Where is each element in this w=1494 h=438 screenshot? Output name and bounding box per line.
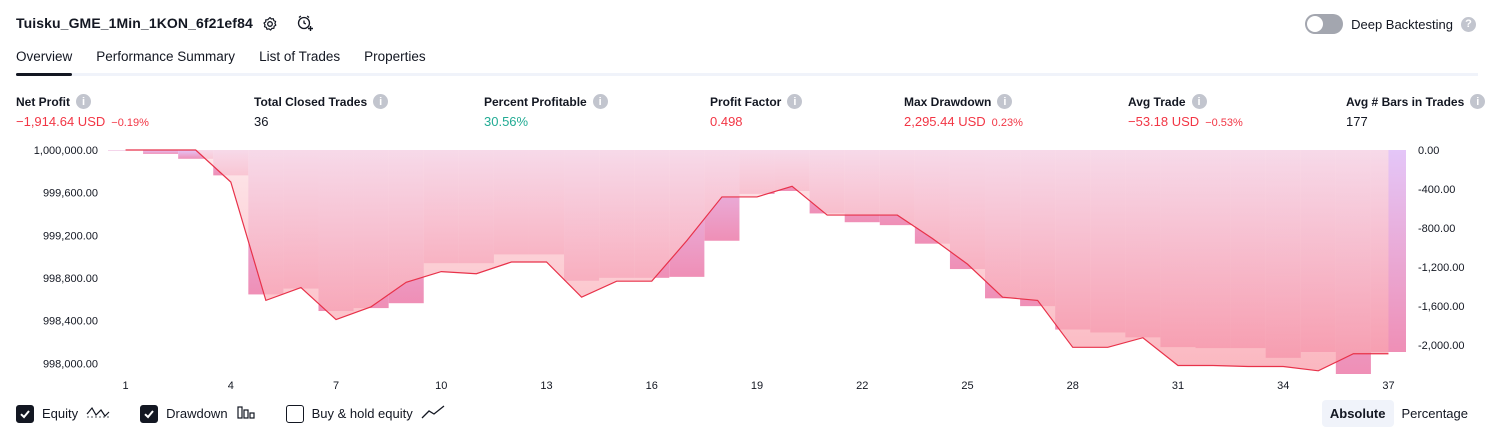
absolute-button[interactable]: Absolute bbox=[1321, 400, 1394, 427]
deep-backtesting-control: Deep Backtesting ? bbox=[1305, 14, 1476, 34]
equity-drawdown-chart: 1,000,000.00 999,600.00 999,200.00 998,800.… bbox=[34, 145, 1465, 392]
info-icon[interactable]: i bbox=[373, 94, 389, 109]
alarm-clock-plus-icon[interactable] bbox=[296, 14, 314, 32]
equity-area bbox=[125, 150, 1389, 371]
y-left-tick-label: 999,600.00 bbox=[43, 188, 98, 200]
y-right-tick-label: -2,000.00 bbox=[1418, 340, 1464, 352]
info-icon[interactable]: i bbox=[1470, 94, 1486, 109]
percentage-button[interactable]: Percentage bbox=[1394, 400, 1477, 427]
metric-percent: 0.23% bbox=[991, 117, 1023, 129]
metric-percent: −0.53% bbox=[1205, 117, 1243, 129]
y-right-tick-label: -1,600.00 bbox=[1418, 301, 1464, 313]
x-tick-label: 34 bbox=[1277, 380, 1289, 392]
info-icon[interactable]: i bbox=[997, 94, 1013, 109]
legend-equity[interactable]: Equity bbox=[16, 404, 110, 423]
y-left-tick-label: 1,000,000.00 bbox=[34, 145, 98, 157]
metric-value: −1,914.64 USD bbox=[16, 114, 106, 129]
metric-value: 30.56% bbox=[484, 114, 529, 129]
x-tick-label: 19 bbox=[751, 380, 763, 392]
x-tick-label: 22 bbox=[856, 380, 868, 392]
help-icon[interactable]: ? bbox=[1461, 16, 1476, 32]
info-icon[interactable]: i bbox=[592, 94, 608, 109]
x-tick-label: 10 bbox=[435, 380, 447, 392]
deep-backtesting-toggle[interactable] bbox=[1305, 14, 1344, 34]
metric-value: 0.498 bbox=[710, 114, 743, 129]
metric-label: Avg # Bars in Trades bbox=[1346, 94, 1465, 109]
legend-buy-hold-label: Buy & hold equity bbox=[311, 406, 413, 421]
tab-overview[interactable]: Overview bbox=[16, 48, 73, 76]
tab-properties[interactable]: Properties bbox=[364, 48, 426, 76]
info-icon[interactable]: i bbox=[1191, 94, 1207, 109]
x-tick-label: 25 bbox=[961, 380, 973, 392]
metric-label: Max Drawdown bbox=[904, 94, 992, 109]
y-right-tick-label: -400.00 bbox=[1418, 184, 1455, 196]
scale-mode-switch: Absolute Percentage bbox=[1321, 400, 1477, 427]
metric-label: Net Profit bbox=[16, 94, 70, 109]
metric-percent: −0.19% bbox=[111, 117, 149, 129]
tab-performance-summary[interactable]: Performance Summary bbox=[96, 48, 235, 76]
x-tick-label: 4 bbox=[228, 380, 234, 392]
tab-bar: Overview Performance Summary List of Tra… bbox=[16, 48, 426, 76]
legend-equity-label: Equity bbox=[42, 406, 79, 421]
metric-max-drawdown: Max Drawdown i 2,295.44 USD 0.23% bbox=[904, 94, 1023, 129]
bar-chart-icon bbox=[236, 404, 256, 423]
metric-net-profit: Net Profit i −1,914.64 USD −0.19% bbox=[16, 94, 149, 129]
y-right-tick-label: 0.00 bbox=[1418, 145, 1439, 157]
info-icon[interactable]: i bbox=[76, 94, 91, 109]
metric-percent-profitable: Percent Profitable i 30.56% bbox=[484, 94, 608, 129]
legend-buy-hold[interactable]: Buy & hold equity bbox=[285, 404, 445, 423]
buy-hold-checkbox[interactable] bbox=[285, 404, 304, 423]
drawdown-checkbox[interactable] bbox=[140, 404, 159, 423]
deep-backtesting-label: Deep Backtesting bbox=[1351, 16, 1453, 32]
metric-total-closed-trades: Total Closed Trades i 36 bbox=[254, 94, 389, 129]
x-tick-label: 37 bbox=[1382, 380, 1394, 392]
x-tick-label: 31 bbox=[1172, 380, 1184, 392]
chart-legend: Equity Drawdown Buy & hold equity bbox=[16, 404, 475, 423]
x-tick-label: 13 bbox=[540, 380, 552, 392]
y-left-tick-label: 998,800.00 bbox=[43, 273, 98, 285]
metric-profit-factor: Profit Factor i 0.498 bbox=[710, 94, 803, 129]
equity-checkbox[interactable] bbox=[16, 404, 34, 423]
x-tick-label: 1 bbox=[122, 380, 128, 392]
x-tick-label: 16 bbox=[646, 380, 658, 392]
wave-chart-icon bbox=[86, 404, 110, 423]
metric-value: 2,295.44 USD bbox=[904, 114, 986, 129]
y-right-tick-label: -1,200.00 bbox=[1418, 262, 1464, 274]
metric-label: Percent Profitable bbox=[484, 94, 587, 109]
legend-drawdown[interactable]: Drawdown bbox=[140, 404, 255, 423]
metric-value: 36 bbox=[254, 114, 269, 129]
metric-avg-trade: Avg Trade i −53.18 USD −0.53% bbox=[1128, 94, 1243, 129]
metric-value: −53.18 USD bbox=[1128, 114, 1200, 129]
y-right-tick-label: -800.00 bbox=[1418, 223, 1455, 235]
line-chart-icon bbox=[421, 404, 445, 423]
x-tick-label: 28 bbox=[1067, 380, 1079, 392]
legend-drawdown-label: Drawdown bbox=[166, 406, 228, 421]
y-left-tick-label: 998,000.00 bbox=[43, 358, 98, 370]
strategy-title: Tuisku_GME_1Min_1KON_6f21ef84 bbox=[16, 15, 253, 31]
x-tick-label: 7 bbox=[333, 380, 339, 392]
y-left-tick-label: 998,400.00 bbox=[43, 316, 98, 328]
metric-label: Avg Trade bbox=[1128, 94, 1186, 109]
gear-icon[interactable] bbox=[261, 15, 279, 33]
info-icon[interactable]: i bbox=[787, 94, 803, 109]
metric-label: Total Closed Trades bbox=[254, 94, 368, 109]
y-left-tick-label: 999,200.00 bbox=[43, 230, 98, 242]
metric-avg-bars: Avg # Bars in Trades i 177 bbox=[1346, 94, 1486, 129]
tab-list-of-trades[interactable]: List of Trades bbox=[259, 48, 340, 76]
metric-label: Profit Factor bbox=[710, 94, 782, 109]
metric-value: 177 bbox=[1346, 114, 1368, 129]
